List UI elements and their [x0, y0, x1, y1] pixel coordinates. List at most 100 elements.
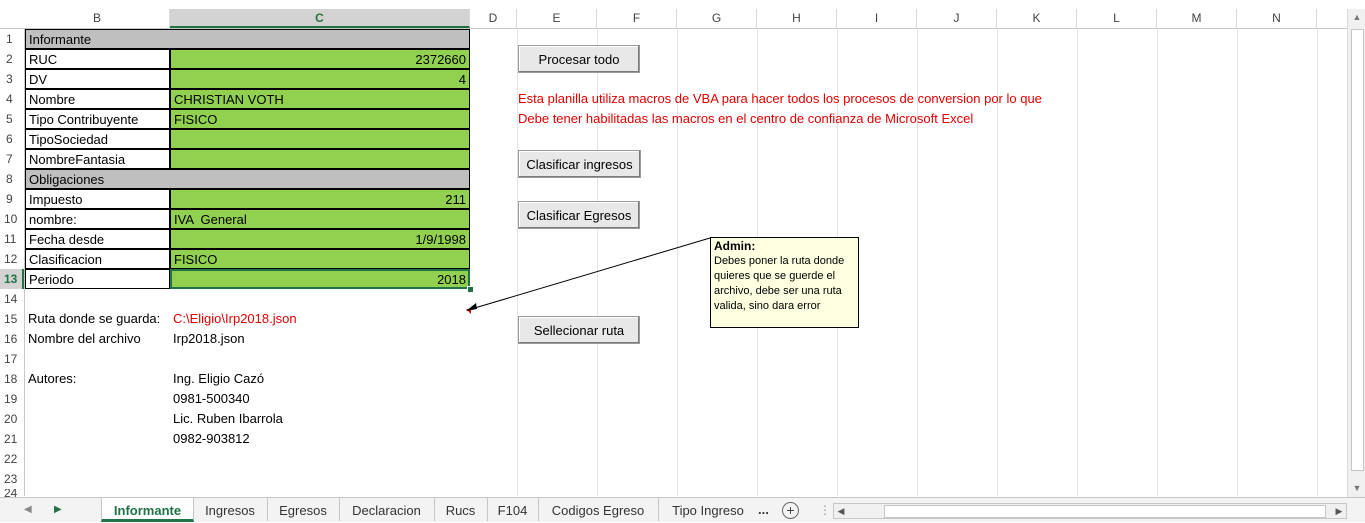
- label-nombre-fantasia[interactable]: NombreFantasia: [25, 149, 170, 169]
- value-periodo-selected[interactable]: 2018: [170, 269, 470, 289]
- scroll-up-icon[interactable]: ▲: [1348, 9, 1365, 26]
- col-header-d[interactable]: D: [470, 9, 517, 28]
- col-header-m[interactable]: M: [1157, 9, 1237, 28]
- row-header[interactable]: 8: [0, 169, 24, 189]
- sheet-tab-bar: ◀ ▶ Informante Ingresos Egresos Declarac…: [0, 497, 1365, 522]
- col-header-b[interactable]: B: [25, 9, 170, 28]
- row-header[interactable]: 9: [0, 189, 24, 209]
- value-tipo-sociedad[interactable]: [170, 129, 470, 149]
- value-fecha-desde[interactable]: 1/9/1998: [170, 229, 470, 249]
- row-header[interactable]: 21: [0, 429, 24, 449]
- row-header[interactable]: 17: [0, 349, 24, 369]
- gridline: [1237, 28, 1238, 496]
- tab-ingresos[interactable]: Ingresos: [193, 498, 268, 521]
- section-header-obligaciones[interactable]: Obligaciones: [25, 169, 470, 189]
- tab-tipo-ingreso[interactable]: Tipo Ingreso: [658, 498, 758, 521]
- seleccionar-ruta-button[interactable]: Sellecionar ruta: [518, 316, 640, 344]
- label-clasificacion[interactable]: Clasificacion: [25, 249, 170, 269]
- col-header-c[interactable]: C: [170, 9, 470, 28]
- value-nombre-obligacion[interactable]: IVA General: [170, 209, 470, 229]
- row-header[interactable]: 7: [0, 149, 24, 169]
- label-impuesto[interactable]: Impuesto: [25, 189, 170, 209]
- tab-declaracion[interactable]: Declaracion: [339, 498, 435, 521]
- value-ruc[interactable]: 2372660: [170, 49, 470, 69]
- row-header[interactable]: 5: [0, 109, 24, 129]
- tab-rucs[interactable]: Rucs: [434, 498, 488, 521]
- col-header-k[interactable]: K: [997, 9, 1077, 28]
- col-header-l[interactable]: L: [1077, 9, 1157, 28]
- value-autor-2[interactable]: Lic. Ruben Ibarrola: [170, 409, 470, 429]
- col-header-j[interactable]: J: [917, 9, 997, 28]
- row-header[interactable]: 14: [0, 289, 24, 309]
- value-autor-1[interactable]: Ing. Eligio Cazó: [170, 369, 470, 389]
- scroll-down-icon[interactable]: ▼: [1348, 480, 1365, 497]
- horizontal-scrollbar[interactable]: ◀ ▶: [833, 503, 1347, 519]
- value-ruta[interactable]: C:\Eligio\Irp2018.json: [170, 309, 470, 329]
- col-header-i[interactable]: I: [837, 9, 917, 28]
- value-tipo-contribuyente[interactable]: FISICO: [170, 109, 470, 129]
- label-autores[interactable]: Autores:: [25, 369, 170, 389]
- row-header[interactable]: 1: [0, 29, 24, 49]
- row-header[interactable]: 24: [0, 489, 24, 497]
- tab-informante[interactable]: Informante: [101, 498, 194, 522]
- col-header-f[interactable]: F: [597, 9, 677, 28]
- label-ruta[interactable]: Ruta donde se guarda:: [25, 309, 170, 329]
- row-header[interactable]: 12: [0, 249, 24, 269]
- row-header[interactable]: 19: [0, 389, 24, 409]
- tab-egresos[interactable]: Egresos: [267, 498, 340, 521]
- row-header[interactable]: 3: [0, 69, 24, 89]
- value-autor-2-phone[interactable]: 0982-903812: [170, 429, 470, 449]
- clasificar-ingresos-button[interactable]: Clasificar ingresos: [518, 150, 641, 178]
- row-header[interactable]: 6: [0, 129, 24, 149]
- row-header[interactable]: 4: [0, 89, 24, 109]
- value-clasificacion[interactable]: FISICO: [170, 249, 470, 269]
- hscroll-thumb[interactable]: [884, 505, 1326, 518]
- col-header-h[interactable]: H: [757, 9, 837, 28]
- tab-f104[interactable]: F104: [487, 498, 539, 521]
- add-sheet-icon[interactable]: +: [782, 502, 799, 519]
- scroll-thumb[interactable]: [1351, 29, 1364, 471]
- label-periodo[interactable]: Periodo: [25, 269, 170, 289]
- value-dv[interactable]: 4: [170, 69, 470, 89]
- label-tipo-sociedad[interactable]: TipoSociedad: [25, 129, 170, 149]
- row-header[interactable]: 23: [0, 469, 24, 489]
- tab-splitter-icon[interactable]: ⋮: [819, 498, 831, 522]
- clasificar-egresos-button[interactable]: Clasificar Egresos: [518, 201, 640, 229]
- section-header-informante[interactable]: Informante: [25, 29, 470, 49]
- col-header-e[interactable]: E: [517, 9, 597, 28]
- gridline: [1157, 28, 1158, 496]
- macro-notice-line2: Debe tener habilitadas las macros en el …: [518, 111, 974, 126]
- label-nombre-obligacion[interactable]: nombre:: [25, 209, 170, 229]
- row-header[interactable]: 11: [0, 229, 24, 249]
- row-header[interactable]: 2: [0, 49, 24, 69]
- row-header[interactable]: 22: [0, 449, 24, 469]
- scroll-left-icon[interactable]: ◀: [834, 504, 848, 518]
- value-autor-1-phone[interactable]: 0981-500340: [170, 389, 470, 409]
- value-nombre-archivo[interactable]: Irp2018.json: [170, 329, 470, 349]
- procesar-todo-button[interactable]: Procesar todo: [518, 45, 640, 73]
- label-fecha-desde[interactable]: Fecha desde: [25, 229, 170, 249]
- label-nombre[interactable]: Nombre: [25, 89, 170, 109]
- row-header[interactable]: 16: [0, 329, 24, 349]
- value-impuesto[interactable]: 211: [170, 189, 470, 209]
- cell-comment-box[interactable]: Admin: Debes poner la ruta donde quieres…: [710, 237, 859, 328]
- col-header-g[interactable]: G: [677, 9, 757, 28]
- vertical-scrollbar[interactable]: ▲ ▼: [1347, 9, 1365, 497]
- label-tipo-contribuyente[interactable]: Tipo Contribuyente: [25, 109, 170, 129]
- label-nombre-archivo[interactable]: Nombre del archivo: [25, 329, 170, 349]
- row-header[interactable]: 18: [0, 369, 24, 389]
- row-header[interactable]: 15: [0, 309, 24, 329]
- value-nombre-fantasia[interactable]: [170, 149, 470, 169]
- value-nombre[interactable]: CHRISTIAN VOTH: [170, 89, 470, 109]
- label-ruc[interactable]: RUC: [25, 49, 170, 69]
- tab-scroll-left-icon[interactable]: ◀: [24, 498, 32, 522]
- row-header[interactable]: 13: [0, 269, 24, 289]
- label-dv[interactable]: DV: [25, 69, 170, 89]
- more-tabs-button[interactable]: ...: [758, 498, 769, 522]
- row-header[interactable]: 20: [0, 409, 24, 429]
- col-header-n[interactable]: N: [1237, 9, 1317, 28]
- row-header[interactable]: 10: [0, 209, 24, 229]
- tab-scroll-right-icon[interactable]: ▶: [54, 498, 62, 522]
- tab-codigos-egreso[interactable]: Codigos Egreso: [538, 498, 659, 521]
- scroll-right-icon[interactable]: ▶: [1332, 504, 1346, 518]
